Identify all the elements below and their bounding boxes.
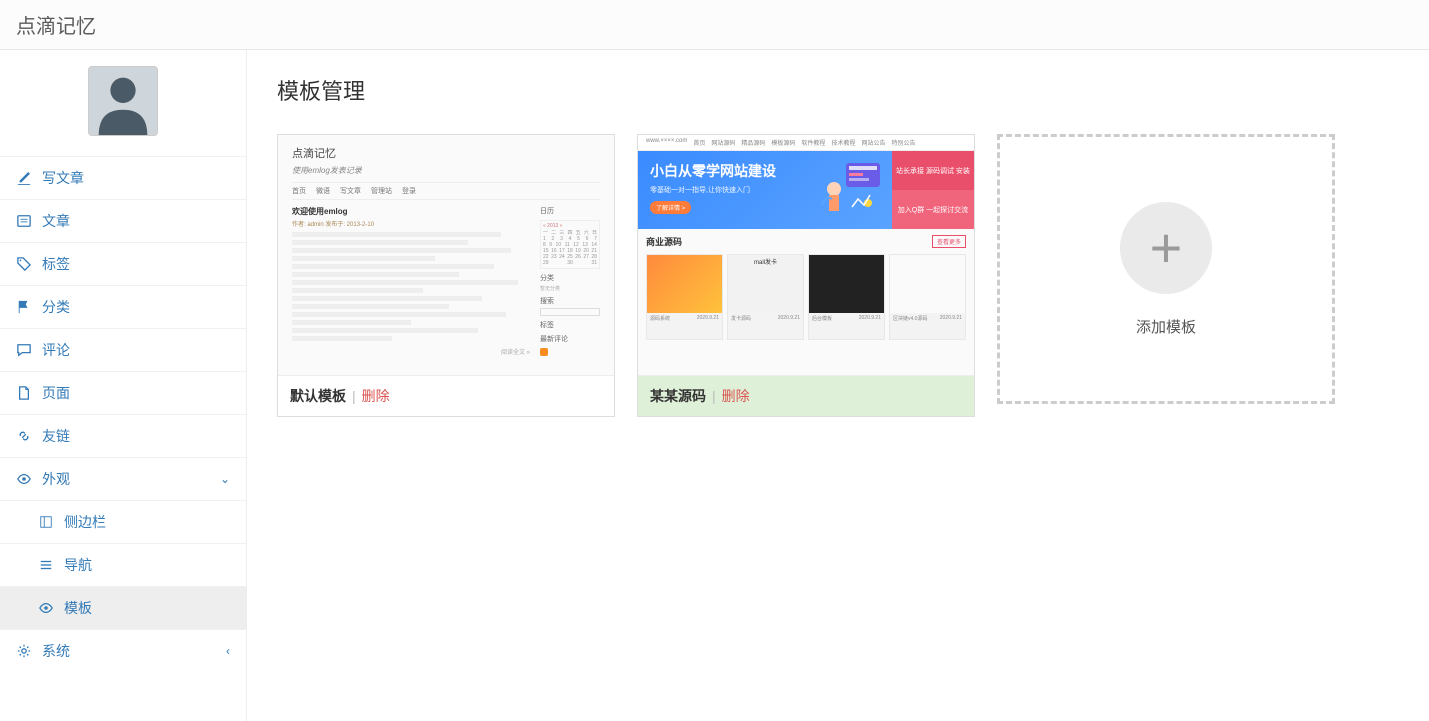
template-cards: 点滴记忆 使用emlog发表记录 首页微语写文章管理站登录 欢迎使用emlog … [277,134,1399,417]
delete-button[interactable]: 删除 [362,388,390,404]
nav-links-label: 友链 [42,426,70,446]
subnav-sidebar[interactable]: 侧边栏 [0,501,246,543]
sidebar: 写文章 文章 标签 分类 评论 页面 友链 外观 ⌄ 侧边栏 导航 模板 系统 ‹ [0,50,247,721]
main-content: 模板管理 点滴记忆 使用emlog发表记录 首页微语写文章管理站登录 欢迎使用e… [247,50,1429,721]
columns-icon [38,515,54,529]
link-icon [16,429,32,443]
nav-appearance-label: 外观 [42,469,70,489]
nav-categories-label: 分类 [42,297,70,317]
template-name: 某某源码 [650,388,706,404]
template-footer: 默认模板|删除 [278,375,614,416]
eye-icon [38,601,54,615]
nav-tags-label: 标签 [42,254,70,274]
add-template-label: 添加模板 [1136,316,1196,337]
nav-write[interactable]: 写文章 [0,157,246,199]
template-thumb: www.××××.com首页网站源码精品源码模板源码软件教程技术教程网站公告特别… [638,135,974,375]
nav-tags[interactable]: 标签 [0,243,246,285]
nav-system-label: 系统 [42,641,70,661]
page-title: 模板管理 [277,74,1399,106]
add-template-card[interactable]: + 添加模板 [997,134,1335,404]
plus-icon: + [1120,202,1212,294]
nav-appearance[interactable]: 外观 ⌄ [0,458,246,500]
nav-categories[interactable]: 分类 [0,286,246,328]
comment-icon [16,343,32,357]
template-footer: 某某源码|删除 [638,375,974,416]
nav-pages[interactable]: 页面 [0,372,246,414]
nav-posts-label: 文章 [42,211,70,231]
template-thumb: 点滴记忆 使用emlog发表记录 首页微语写文章管理站登录 欢迎使用emlog … [278,135,614,375]
gear-icon [16,644,32,658]
subnav-sidebar-label: 侧边栏 [64,512,106,532]
subnav-appearance: 侧边栏 导航 模板 [0,500,246,629]
avatar[interactable] [88,66,158,136]
nav: 写文章 文章 标签 分类 评论 页面 友链 外观 ⌄ 侧边栏 导航 模板 系统 ‹ [0,156,246,672]
chevron-left-icon: ‹ [226,644,230,658]
subnav-navigation-label: 导航 [64,555,92,575]
nav-write-label: 写文章 [42,168,84,188]
subnav-template[interactable]: 模板 [0,587,246,629]
delete-button[interactable]: 删除 [722,388,750,404]
nav-pages-label: 页面 [42,383,70,403]
subnav-navigation[interactable]: 导航 [0,544,246,586]
eye-icon [16,472,32,486]
template-name: 默认模板 [290,388,346,404]
nav-comments-label: 评论 [42,340,70,360]
tag-icon [16,257,32,271]
flag-icon [16,300,32,314]
list-icon [16,214,32,228]
chevron-down-icon: ⌄ [220,472,230,486]
template-card[interactable]: 点滴记忆 使用emlog发表记录 首页微语写文章管理站登录 欢迎使用emlog … [277,134,615,417]
topbar: 点滴记忆 [0,0,1429,50]
nav-comments[interactable]: 评论 [0,329,246,371]
template-card[interactable]: www.××××.com首页网站源码精品源码模板源码软件教程技术教程网站公告特别… [637,134,975,417]
subnav-template-label: 模板 [64,598,92,618]
page-icon [16,386,32,400]
menu-icon [38,558,54,572]
nav-system[interactable]: 系统 ‹ [0,630,246,672]
app-title[interactable]: 点滴记忆 [16,10,96,39]
avatar-wrap [0,50,246,156]
edit-icon [16,171,32,185]
nav-posts[interactable]: 文章 [0,200,246,242]
nav-links[interactable]: 友链 [0,415,246,457]
